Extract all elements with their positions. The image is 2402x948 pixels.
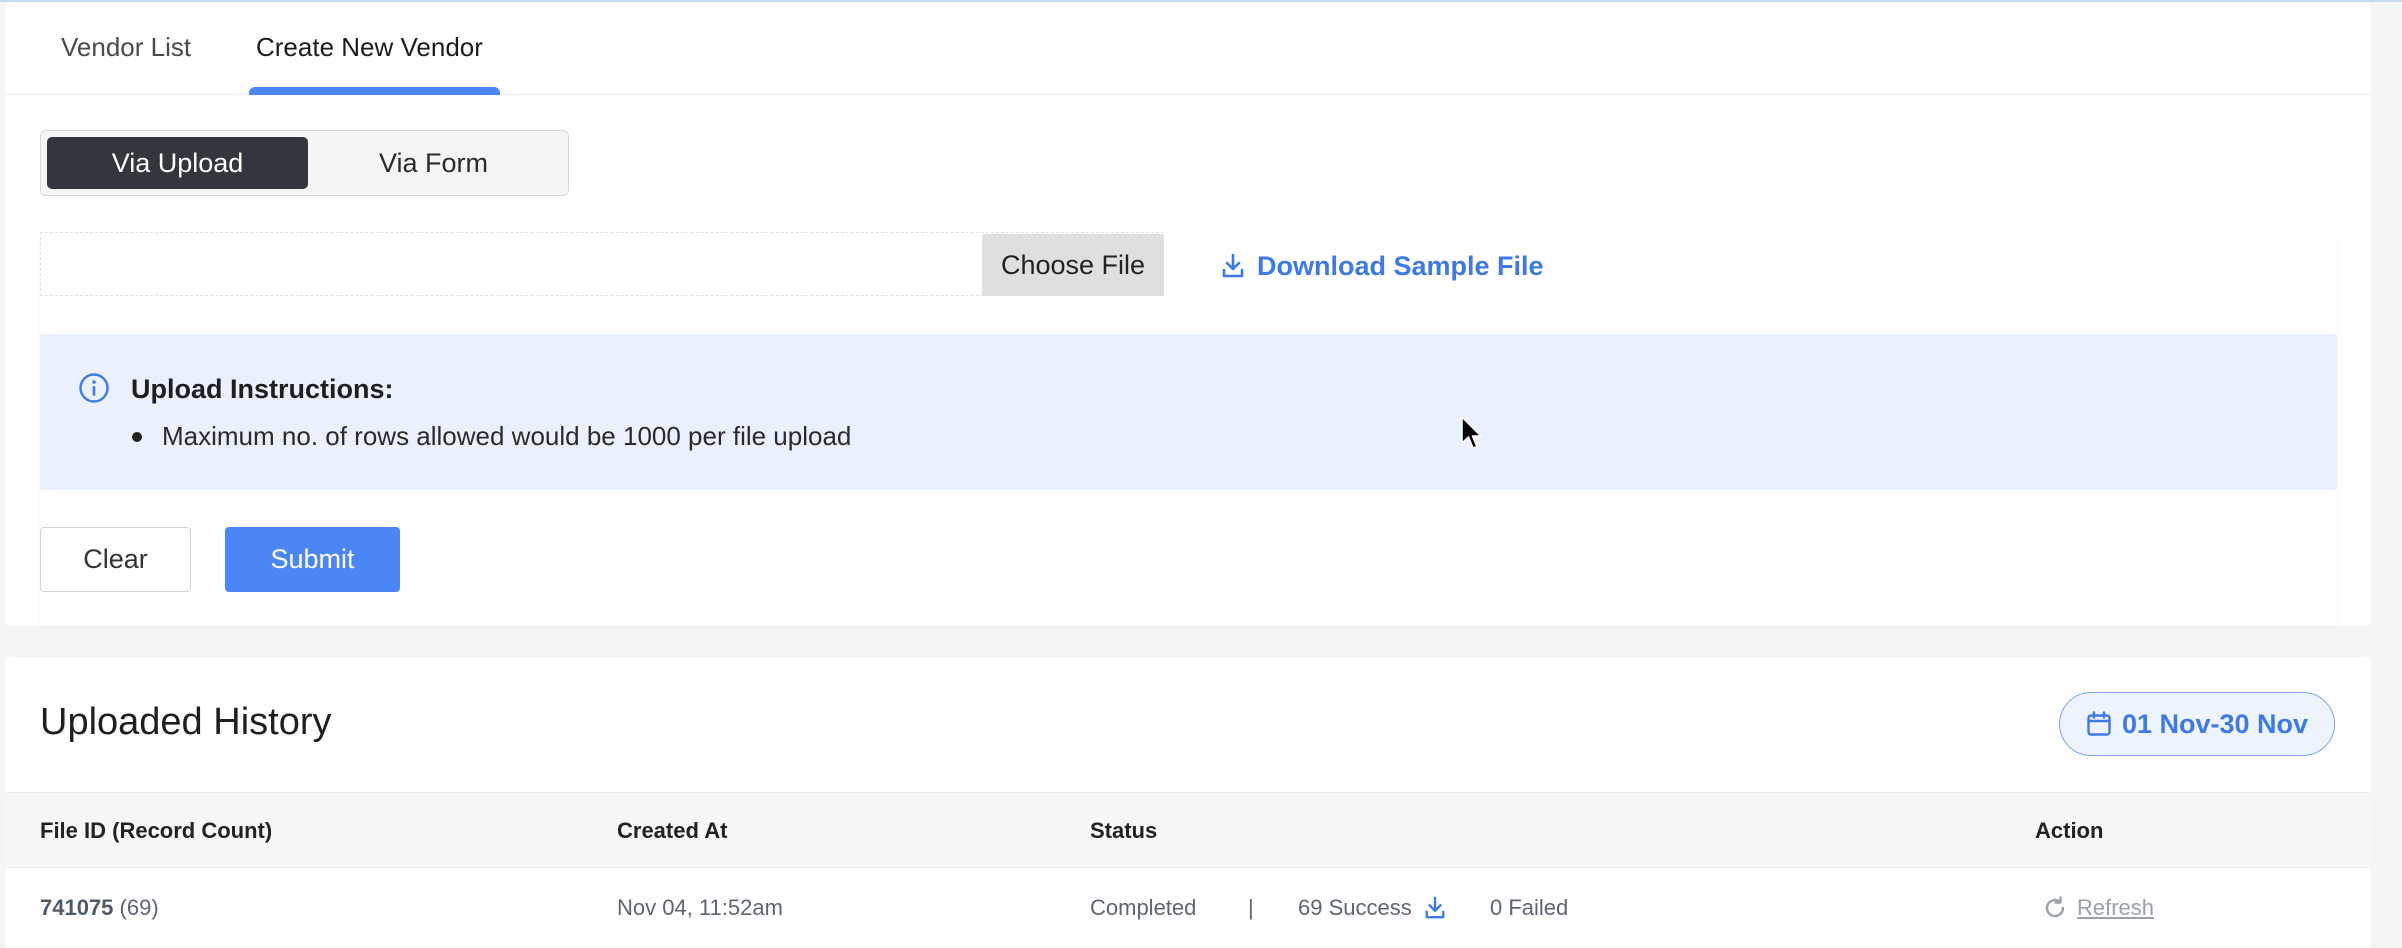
tab-vendor-list[interactable]: Vendor List: [61, 32, 191, 63]
tab-bar: Vendor List Create New Vendor: [5, 2, 2371, 95]
column-header-action: Action: [2035, 818, 2104, 843]
via-form-button[interactable]: Via Form: [303, 137, 564, 189]
create-vendor-card: Vendor List Create New Vendor Via Upload…: [5, 2, 2371, 626]
record-count: (69): [119, 895, 159, 920]
instructions-list: Maximum no. of rows allowed would be 100…: [131, 421, 851, 452]
download-icon: [1222, 253, 1244, 278]
calendar-icon: [2087, 711, 2111, 736]
refresh-label: Refresh: [2077, 895, 2155, 920]
success-count: 69 Success: [1298, 895, 1446, 921]
column-header-status: Status: [1090, 818, 1158, 843]
uploaded-history-card: Uploaded History 01 Nov-30 Nov File ID (…: [5, 657, 2371, 948]
upload-mode-toggle: Via Upload Via Form: [40, 130, 569, 196]
submit-button[interactable]: Submit: [225, 527, 400, 592]
upload-instructions-box: Upload Instructions: Maximum no. of rows…: [40, 334, 2337, 490]
clear-button[interactable]: Clear: [40, 527, 191, 592]
status-text: Completed: [1090, 895, 1197, 920]
instruction-text: Maximum no. of rows allowed would be 100…: [162, 421, 852, 451]
file-input-field[interactable]: Choose File: [40, 232, 1164, 296]
failed-count: 0 Failed: [1490, 895, 1569, 920]
refresh-icon: [2045, 896, 2065, 918]
instruction-item: Maximum no. of rows allowed would be 100…: [131, 421, 851, 452]
column-header-created-at: Created At: [617, 818, 728, 843]
download-sample-label: Download Sample File: [1257, 250, 1544, 281]
table-header: File ID (Record Count) Created At Status…: [5, 792, 2371, 868]
choose-file-button[interactable]: Choose File: [982, 234, 1164, 296]
download-icon[interactable]: [1424, 896, 1446, 920]
column-header-file-id: File ID (Record Count): [40, 818, 273, 843]
instructions-title: Upload Instructions:: [131, 374, 394, 404]
bullet-dot: [132, 431, 142, 442]
table-row: 741075 (69) Nov 04, 11:52am Completed | …: [5, 868, 2371, 944]
status-separator: |: [1248, 895, 1254, 920]
success-label: 69 Success: [1298, 895, 1412, 920]
via-upload-button[interactable]: Via Upload: [47, 137, 308, 189]
mouse-cursor-icon: [1461, 416, 1482, 449]
upload-panel: Choose File Download Sample File Upload …: [40, 232, 2337, 626]
tab-create-new-vendor[interactable]: Create New Vendor: [256, 32, 483, 63]
info-icon: [79, 373, 109, 403]
download-sample-link[interactable]: Download Sample File: [1221, 250, 1544, 282]
file-id-cell: 741075 (69): [40, 895, 159, 921]
date-range-picker[interactable]: 01 Nov-30 Nov: [2059, 692, 2335, 756]
created-at-cell: Nov 04, 11:52am: [617, 895, 783, 920]
date-range-label: 01 Nov-30 Nov: [2121, 708, 2309, 739]
refresh-action[interactable]: Refresh: [2043, 895, 2154, 921]
history-title: Uploaded History: [40, 701, 332, 743]
file-id: 741075: [40, 895, 114, 920]
active-tab-indicator: [249, 87, 500, 95]
